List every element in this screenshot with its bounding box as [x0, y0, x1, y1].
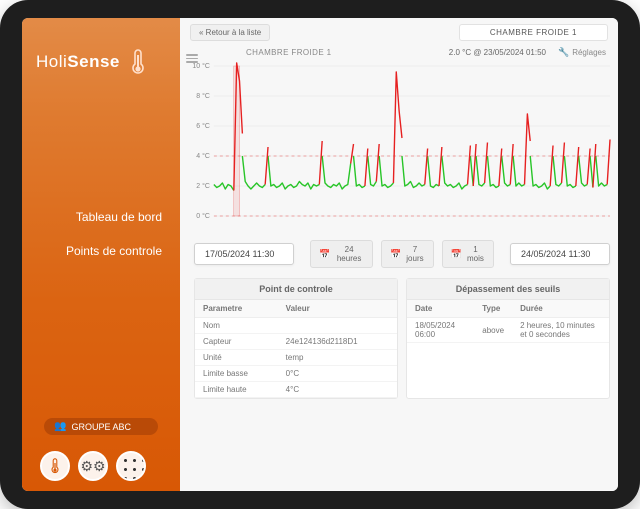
- value-cell: [278, 318, 397, 334]
- chart-settings-button[interactable]: 🔧 Réglages: [558, 47, 606, 58]
- svg-text:6 °C: 6 °C: [196, 122, 210, 130]
- col-type: Type: [474, 300, 512, 318]
- threshold-panel: Dépassement des seuils Date Type Durée 1…: [406, 278, 610, 399]
- svg-text:10 °C: 10 °C: [192, 62, 209, 70]
- settings-icon[interactable]: ⚙︎⚙︎: [78, 451, 108, 481]
- table-row: Limite basse0°C: [195, 366, 397, 382]
- svg-text:8 °C: 8 °C: [196, 92, 210, 100]
- start-date-input[interactable]: [194, 243, 294, 265]
- range-24h-button[interactable]: 📅24 heures: [310, 240, 373, 268]
- calendar-icon: 📅: [390, 249, 401, 260]
- table-row: Capteur24e124136d2118D1: [195, 334, 397, 350]
- date-range-controls: 📅24 heures 📅7 jours 📅1 mois: [180, 236, 618, 278]
- sidebar-nav: Tableau de bord Points de controle: [22, 206, 180, 262]
- brand: HoliSense: [22, 18, 180, 86]
- group-icon: 👥: [54, 421, 66, 432]
- sidebar: HoliSense Tableau de bord Points de cont…: [22, 18, 180, 491]
- tablet-frame: HoliSense Tableau de bord Points de cont…: [0, 0, 640, 509]
- chart-title: CHAMBRE FROIDE 1: [246, 48, 332, 57]
- table-row: Nom: [195, 318, 397, 334]
- sensors-icon[interactable]: [40, 451, 70, 481]
- calendar-icon: 📅: [451, 249, 462, 260]
- table-row: Unitétemp: [195, 350, 397, 366]
- value-cell: 24e124136d2118D1: [278, 334, 397, 350]
- range-7d-button[interactable]: 📅7 jours: [381, 240, 434, 268]
- svg-text:0 °C: 0 °C: [196, 212, 210, 220]
- svg-text:4 °C: 4 °C: [196, 152, 210, 160]
- apps-icon[interactable]: [116, 451, 146, 481]
- control-point-table: Parametre Valeur NomCapteur24e124136d211…: [195, 300, 397, 398]
- group-label: GROUPE ABC: [71, 422, 131, 432]
- param-cell: Capteur: [195, 334, 278, 350]
- date-cell: 18/05/2024 06:00: [407, 318, 474, 343]
- chart-settings-label: Réglages: [572, 48, 606, 57]
- topbar: « Retour à la liste CHAMBRE FROIDE 1: [180, 18, 618, 45]
- current-reading: 2.0 °C @ 23/05/2024 01:50: [449, 48, 546, 57]
- sidebar-item-control-points[interactable]: Points de controle: [34, 240, 168, 262]
- table-row: Limite haute4°C: [195, 382, 397, 398]
- control-point-panel-title: Point de controle: [195, 279, 397, 300]
- brand-part1: Holi: [36, 52, 67, 71]
- value-cell: 0°C: [278, 366, 397, 382]
- control-point-panel: Point de controle Parametre Valeur NomCa…: [194, 278, 398, 399]
- brand-part2: Sense: [67, 52, 120, 71]
- param-cell: Limite basse: [195, 366, 278, 382]
- brand-text: HoliSense: [36, 52, 120, 72]
- thermometer-icon: [128, 48, 148, 76]
- range-1m-button[interactable]: 📅1 mois: [442, 240, 494, 268]
- table-row: 18/05/2024 06:00above2 heures, 10 minute…: [407, 318, 609, 343]
- main-content: « Retour à la liste CHAMBRE FROIDE 1 CHA…: [180, 18, 618, 491]
- col-valeur: Valeur: [278, 300, 397, 318]
- app-screen: HoliSense Tableau de bord Points de cont…: [22, 18, 618, 491]
- chart[interactable]: 0 °C 2 °C 4 °C 6 °C 8 °C 10 °C: [186, 60, 614, 230]
- calendar-icon: 📅: [319, 249, 330, 260]
- value-cell: temp: [278, 350, 397, 366]
- panels-row: Point de controle Parametre Valeur NomCa…: [180, 278, 618, 407]
- back-button[interactable]: « Retour à la liste: [190, 24, 270, 41]
- param-cell: Nom: [195, 318, 278, 334]
- group-selector[interactable]: 👥 GROUPE ABC: [44, 418, 158, 435]
- sidebar-item-dashboard[interactable]: Tableau de bord: [34, 206, 168, 228]
- type-cell: above: [474, 318, 512, 343]
- param-cell: Limite haute: [195, 382, 278, 398]
- gear-icon: 🔧: [558, 47, 569, 58]
- location-title: CHAMBRE FROIDE 1: [459, 24, 608, 41]
- col-date: Date: [407, 300, 474, 318]
- chart-header: CHAMBRE FROIDE 1 2.0 °C @ 23/05/2024 01:…: [180, 45, 618, 58]
- param-cell: Unité: [195, 350, 278, 366]
- dur-cell: 2 heures, 10 minutes et 0 secondes: [512, 318, 609, 343]
- col-duree: Durée: [512, 300, 609, 318]
- value-cell: 4°C: [278, 382, 397, 398]
- threshold-panel-title: Dépassement des seuils: [407, 279, 609, 300]
- threshold-table: Date Type Durée 18/05/2024 06:00above2 h…: [407, 300, 609, 343]
- svg-text:2 °C: 2 °C: [196, 182, 210, 190]
- end-date-input[interactable]: [510, 243, 610, 265]
- col-parametre: Parametre: [195, 300, 278, 318]
- bottom-icons: ⚙︎⚙︎: [40, 451, 146, 481]
